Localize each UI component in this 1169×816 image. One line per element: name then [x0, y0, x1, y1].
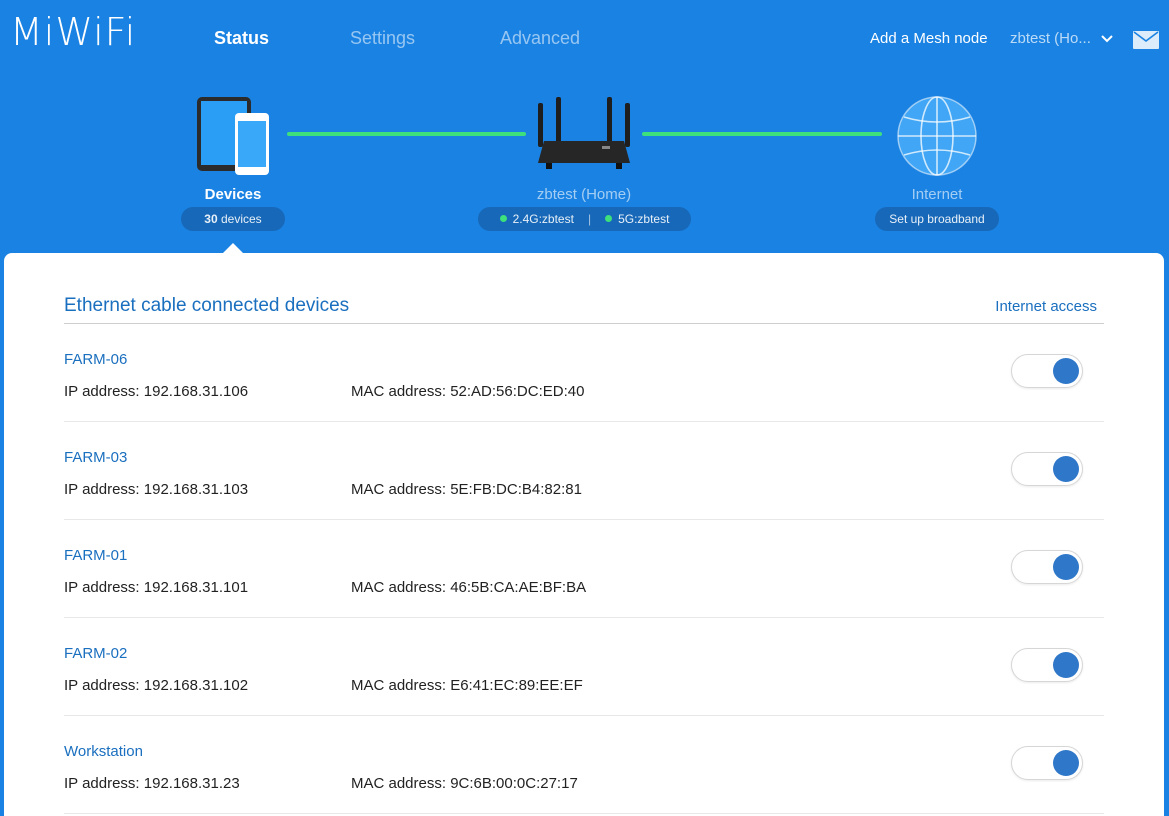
devices-icon — [197, 97, 269, 175]
device-count-badge: 30 devices — [181, 207, 285, 231]
miwifi-logo: MiWiFi — [10, 10, 137, 54]
tab-status[interactable]: Status — [214, 28, 269, 49]
device-mac: MAC address: 46:5B:CA:AE:BF:BA — [351, 579, 587, 596]
device-list: FARM-06 IP address: 192.168.31.106 MAC a… — [64, 324, 1104, 814]
device-ip: IP address: 192.168.31.101 — [64, 579, 249, 596]
device-mac: MAC address: E6:41:EC:89:EE:EF — [351, 677, 583, 694]
device-ip: IP address: 192.168.31.23 — [64, 775, 240, 792]
device-row: FARM-02 IP address: 192.168.31.102 MAC a… — [64, 618, 1104, 716]
device-row: FARM-01 IP address: 192.168.31.101 MAC a… — [64, 520, 1104, 618]
add-mesh-node-link[interactable]: Add a Mesh node — [870, 30, 988, 47]
device-ip: IP address: 192.168.31.106 — [64, 383, 249, 400]
device-name-link[interactable]: FARM-06 — [64, 351, 127, 368]
wifi-5-ssid: 5G:zbtest — [618, 212, 670, 226]
account-menu[interactable]: zbtest (Ho... — [1010, 30, 1091, 47]
toggle-knob — [1053, 554, 1079, 580]
internet-access-toggle[interactable] — [1011, 550, 1083, 584]
section-title: Ethernet cable connected devices — [64, 295, 350, 316]
broadband-setup-badge[interactable]: Set up broadband — [875, 207, 999, 231]
tab-advanced[interactable]: Advanced — [500, 28, 580, 49]
toggle-knob — [1053, 358, 1079, 384]
device-name-link[interactable]: FARM-01 — [64, 547, 127, 564]
router-label: zbtest (Home) — [536, 186, 632, 203]
link-line-devices-router — [287, 132, 526, 136]
devices-label: Devices — [204, 186, 262, 203]
device-row: FARM-03 IP address: 192.168.31.103 MAC a… — [64, 422, 1104, 520]
tab-settings[interactable]: Settings — [350, 28, 415, 49]
internet-access-toggle[interactable] — [1011, 452, 1083, 486]
internet-access-toggle[interactable] — [1011, 354, 1083, 388]
mail-icon[interactable] — [1133, 31, 1159, 49]
router-icon — [538, 97, 630, 169]
link-line-router-internet — [642, 132, 882, 136]
internet-access-column-header[interactable]: Internet access — [995, 298, 1097, 315]
internet-label: Internet — [911, 186, 963, 203]
internet-access-toggle[interactable] — [1011, 648, 1083, 682]
toggle-knob — [1053, 652, 1079, 678]
toggle-knob — [1053, 456, 1079, 482]
device-name-link[interactable]: Workstation — [64, 743, 143, 760]
device-ip: IP address: 192.168.31.102 — [64, 677, 249, 694]
device-row: FARM-06 IP address: 192.168.31.106 MAC a… — [64, 324, 1104, 422]
wifi-5-status-dot — [605, 215, 613, 223]
device-mac: MAC address: 9C:6B:00:0C:27:17 — [351, 775, 578, 792]
toggle-knob — [1053, 750, 1079, 776]
wifi-status-badge: 2.4G:zbtest | 5G:zbtest — [478, 207, 691, 231]
device-list-panel: Ethernet cable connected devices Interne… — [4, 253, 1164, 816]
internet-access-toggle[interactable] — [1011, 746, 1083, 780]
device-ip: IP address: 192.168.31.103 — [64, 481, 249, 498]
device-mac: MAC address: 52:AD:56:DC:ED:40 — [351, 383, 585, 400]
globe-icon — [897, 96, 977, 176]
wifi-separator: | — [587, 212, 592, 226]
device-row: Workstation IP address: 192.168.31.23 MA… — [64, 716, 1104, 814]
wifi-24-status-dot — [499, 215, 507, 223]
device-mac: MAC address: 5E:FB:DC:B4:82:81 — [351, 481, 582, 498]
device-name-link[interactable]: FARM-02 — [64, 645, 127, 662]
chevron-down-icon[interactable] — [1100, 32, 1114, 46]
wifi-24-ssid: 2.4G:zbtest — [512, 212, 574, 226]
device-name-link[interactable]: FARM-03 — [64, 449, 127, 466]
